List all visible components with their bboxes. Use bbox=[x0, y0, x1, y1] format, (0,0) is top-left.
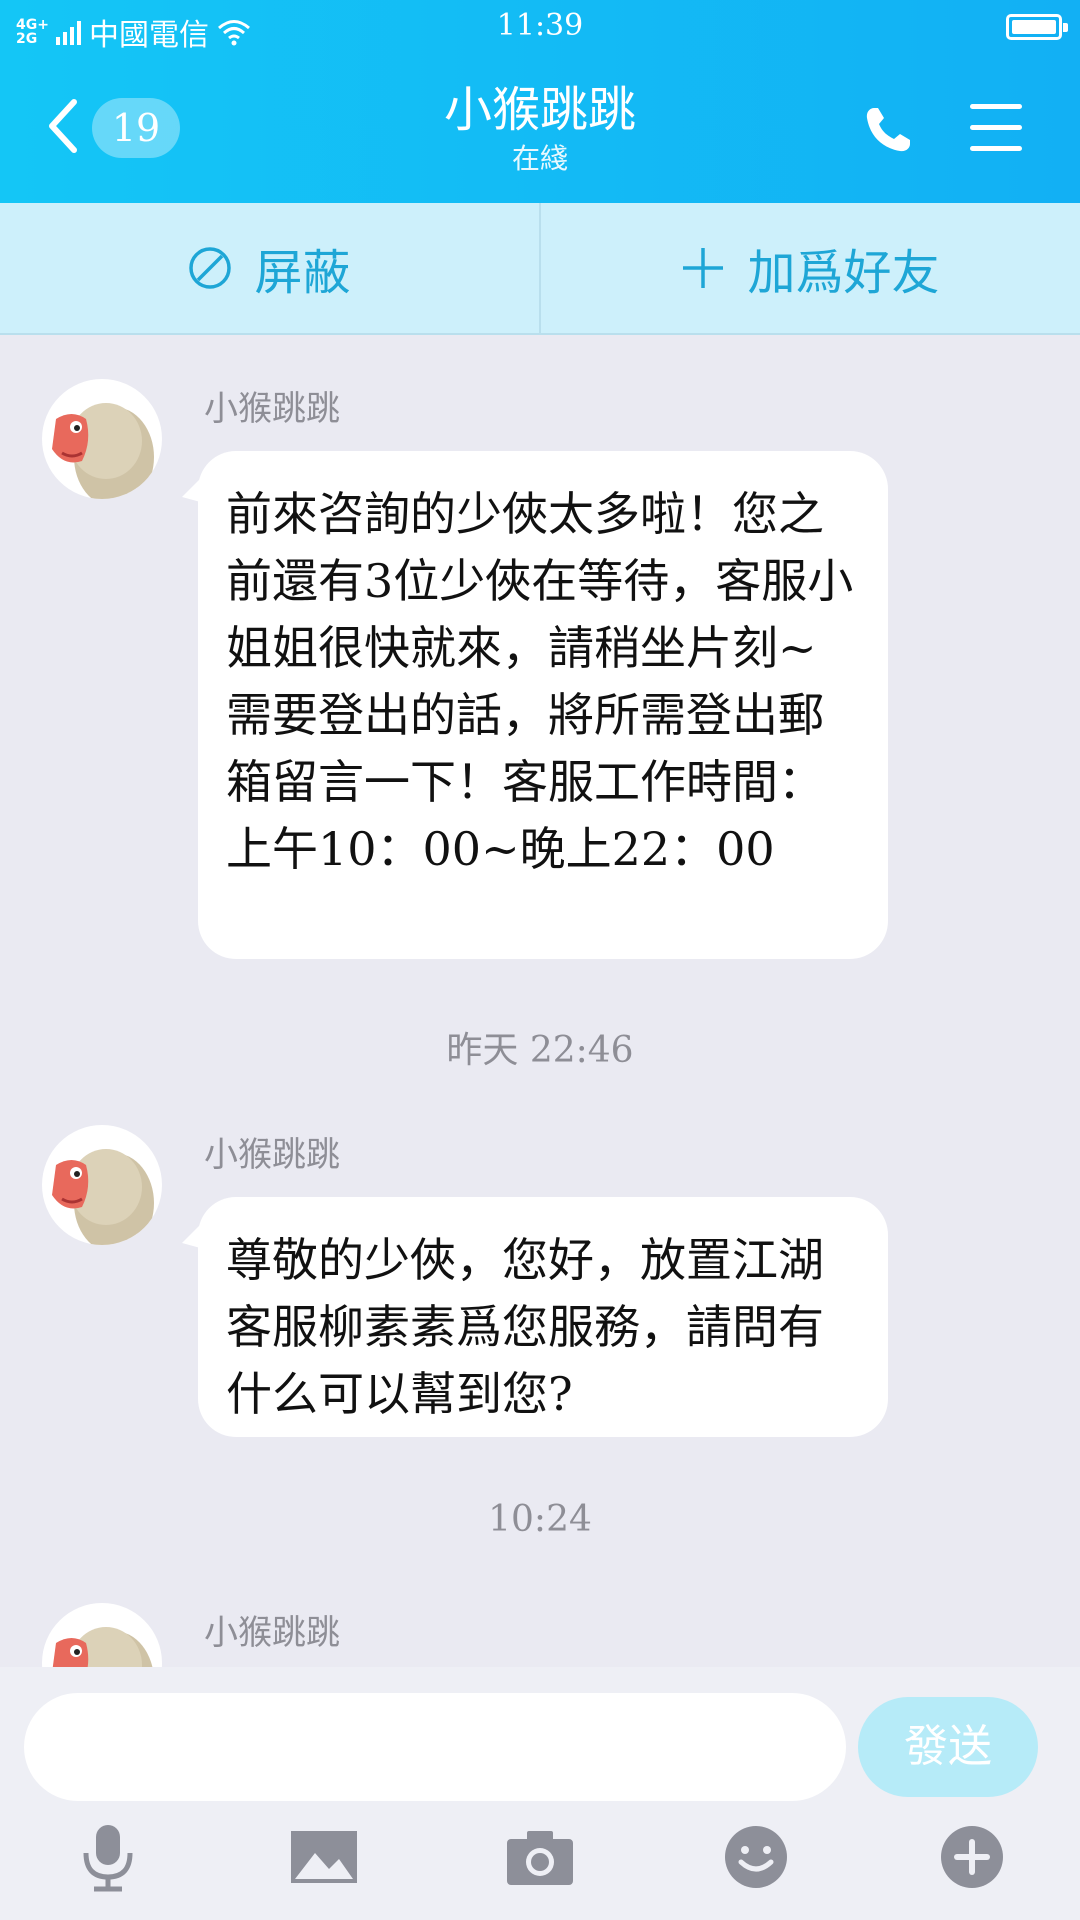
microphone-icon[interactable] bbox=[68, 1817, 148, 1897]
message-bubble[interactable]: 尊敬的少俠，您好，放置江湖客服柳素素爲您服務，請問有什么可以幫到您? bbox=[198, 1197, 888, 1437]
monkey-avatar-icon bbox=[52, 403, 154, 499]
avatar[interactable] bbox=[42, 1125, 162, 1245]
avatar[interactable] bbox=[42, 1603, 162, 1667]
monkey-avatar-icon bbox=[52, 1627, 153, 1667]
sender-name: 小猴跳跳 bbox=[204, 1135, 340, 1175]
status-bar: 4G+ 2G 中國電信 11:39 bbox=[0, 0, 1080, 56]
chat-title: 小猴跳跳 bbox=[443, 82, 636, 138]
menu-icon[interactable] bbox=[970, 104, 1022, 152]
image-icon[interactable] bbox=[284, 1817, 364, 1897]
monkey-avatar-icon bbox=[52, 1149, 154, 1245]
avatar[interactable] bbox=[42, 379, 162, 499]
plus-circle-icon[interactable] bbox=[932, 1817, 1012, 1897]
input-toolbar bbox=[0, 1817, 1080, 1907]
camera-icon[interactable] bbox=[500, 1817, 580, 1897]
chat-area[interactable]: 小猴跳跳 前來咨詢的少俠太多啦！您之前還有3位少俠在等待，客服小姐姐很快就來，請… bbox=[0, 337, 1080, 1667]
action-bar: 屏蔽 加爲好友 bbox=[0, 203, 1080, 335]
online-status: 在綫 bbox=[511, 142, 568, 175]
plus-icon bbox=[683, 248, 724, 288]
timestamp: 昨天 22:46 bbox=[446, 1030, 634, 1071]
battery-icon bbox=[1006, 14, 1068, 40]
message-bubble[interactable]: 前來咨詢的少俠太多啦！您之前還有3位少俠在等待，客服小姐姐很快就來，請稍坐片刻~… bbox=[198, 451, 888, 959]
emoji-icon[interactable] bbox=[716, 1817, 796, 1897]
timestamp: 10:24 bbox=[488, 1499, 592, 1540]
block-button[interactable]: 屏蔽 bbox=[0, 203, 539, 333]
sender-name: 小猴跳跳 bbox=[204, 389, 340, 429]
message-input[interactable] bbox=[24, 1693, 846, 1801]
send-button[interactable]: 發送 bbox=[858, 1697, 1038, 1797]
status-time: 11:39 bbox=[496, 8, 584, 43]
add-friend-button[interactable]: 加爲好友 bbox=[539, 203, 1080, 333]
chat-header: 4G+ 2G 中國電信 11:39 19 小猴跳跳 在綫 bbox=[0, 0, 1080, 203]
phone-icon[interactable] bbox=[862, 104, 914, 156]
title-block: 小猴跳跳 在綫 bbox=[0, 78, 1080, 176]
add-friend-label: 加爲好友 bbox=[747, 245, 940, 301]
sender-name: 小猴跳跳 bbox=[204, 1613, 340, 1653]
block-label: 屏蔽 bbox=[254, 245, 351, 301]
block-icon bbox=[189, 247, 232, 289]
composer: 發送 bbox=[0, 1667, 1080, 1920]
